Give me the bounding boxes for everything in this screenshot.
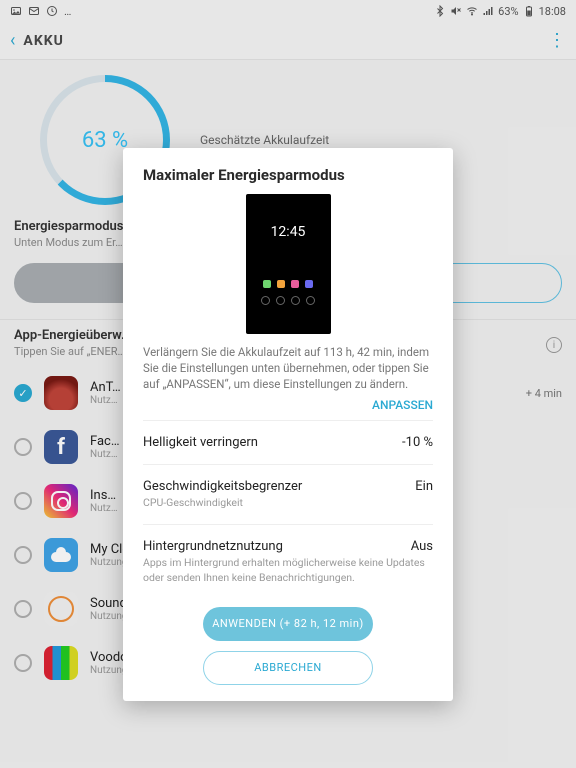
setting-value: -10 % xyxy=(402,435,433,450)
setting-sub: Apps im Hintergrund erhalten möglicherwe… xyxy=(143,556,433,584)
setting-label: Geschwindigkeitsbegrenzer xyxy=(143,479,302,494)
setting-label: Helligkeit verringern xyxy=(143,435,258,450)
modal-title: Maximaler Energiesparmodus xyxy=(143,166,433,184)
apply-button[interactable]: ANWENDEN (+ 82 h, 12 min) xyxy=(203,607,373,641)
modal-setting-row[interactable]: Geschwindigkeitsbegrenzer Ein CPU-Geschwin… xyxy=(143,469,433,520)
setting-sub: CPU-Geschwindigkeit xyxy=(143,496,433,510)
setting-value: Aus xyxy=(411,539,433,554)
max-power-saving-modal: Maximaler Energiesparmodus 12:45 Verläng… xyxy=(123,148,453,701)
modal-setting-row[interactable]: Hintergrundnetznutzung Aus Apps im Hinterg… xyxy=(143,529,433,594)
customize-link[interactable]: ANPASSEN xyxy=(143,398,433,412)
modal-description: Verlängern Sie die Akkulaufzeit auf 113 … xyxy=(143,344,433,392)
modal-setting-row[interactable]: Helligkeit verringern -10 % xyxy=(143,425,433,460)
battery-percent-ring: 63 % xyxy=(40,75,170,205)
setting-value: Ein xyxy=(415,479,433,494)
cancel-button[interactable]: ABBRECHEN xyxy=(203,651,373,685)
setting-label: Hintergrundnetznutzung xyxy=(143,539,283,554)
phone-preview: 12:45 xyxy=(246,194,331,334)
